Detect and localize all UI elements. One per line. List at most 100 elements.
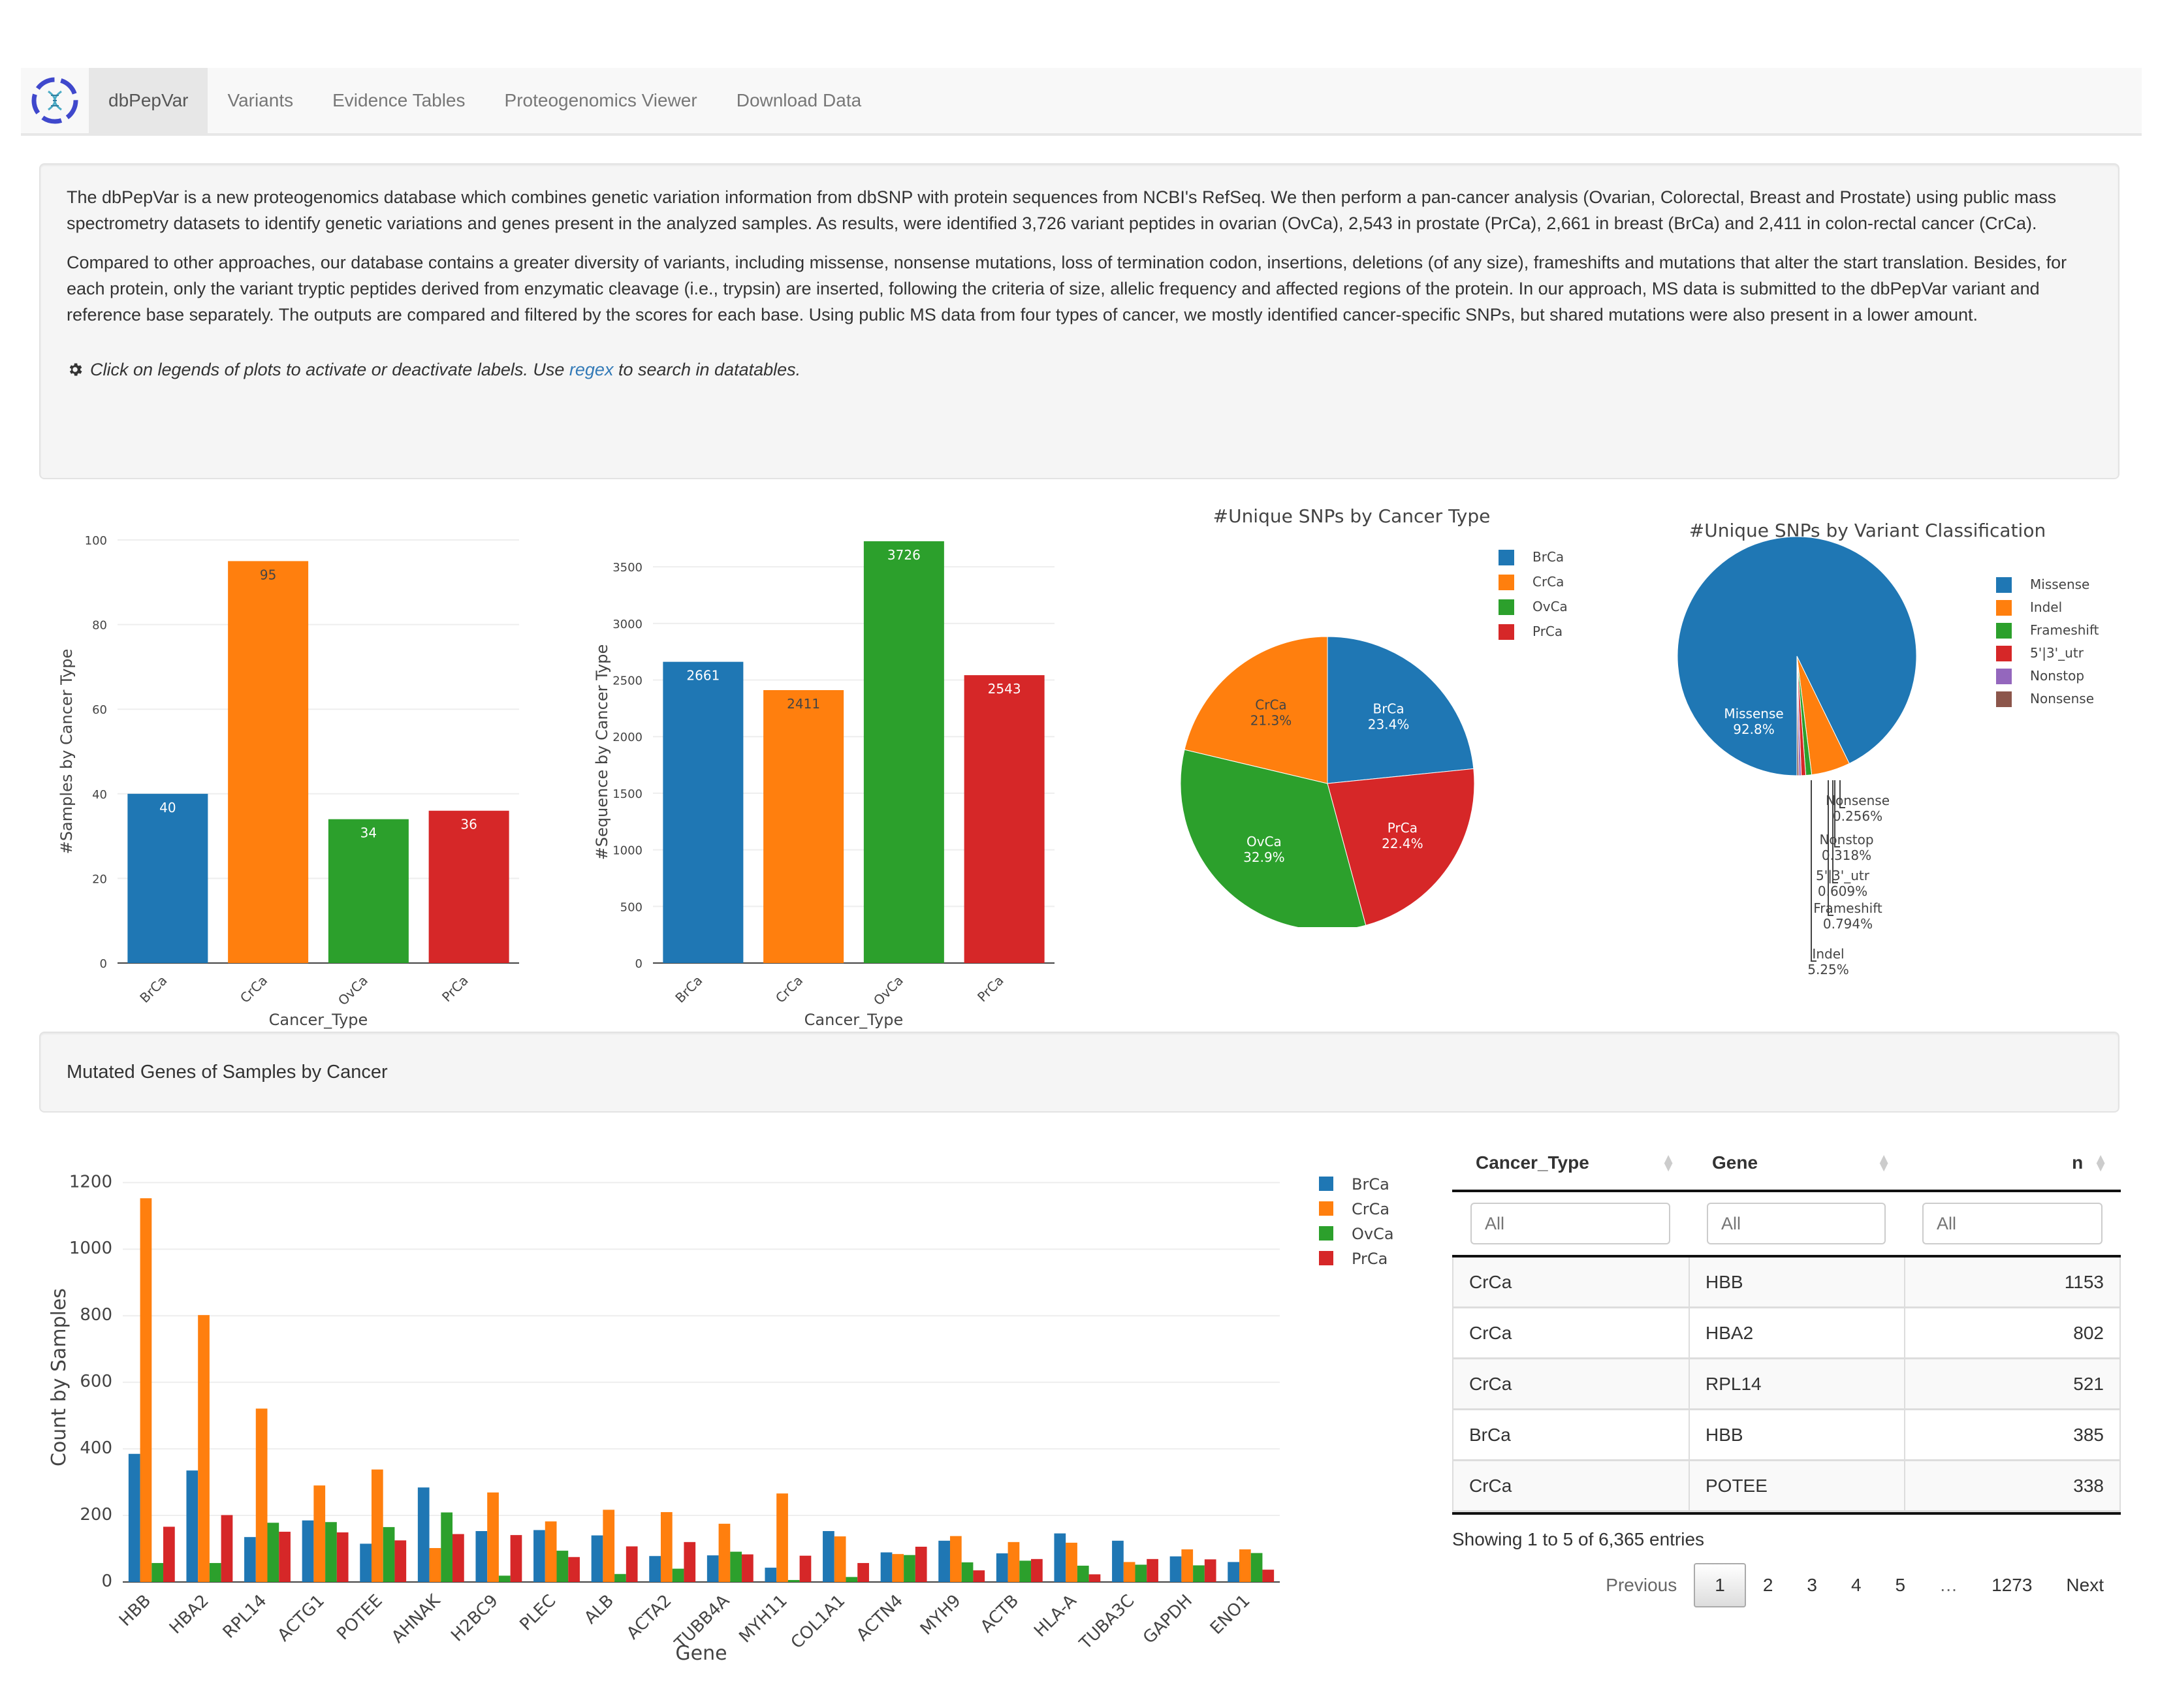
- bar-brca-alb[interactable]: [591, 1535, 603, 1582]
- nav-tab-evidence-tables[interactable]: Evidence Tables: [313, 68, 484, 133]
- bar-prca-actb[interactable]: [1031, 1558, 1043, 1582]
- bar-ovca-actg1[interactable]: [325, 1522, 337, 1582]
- legend-item-crca[interactable]: CrCa: [1319, 1200, 1389, 1218]
- bar-brca-actb[interactable]: [996, 1553, 1008, 1582]
- table-row[interactable]: BrCa HBB 385: [1452, 1410, 2121, 1461]
- bar-ovca-col1a1[interactable]: [846, 1577, 858, 1582]
- bar-ovca[interactable]: [328, 819, 409, 963]
- page-button-last[interactable]: 1273: [1975, 1564, 2049, 1606]
- bar-brca-eno1[interactable]: [1228, 1562, 1239, 1582]
- bar-brca-myh11[interactable]: [765, 1568, 777, 1582]
- bar-crca-myh9[interactable]: [949, 1536, 962, 1582]
- filter-cancer-type-input[interactable]: [1470, 1203, 1670, 1244]
- table-row[interactable]: CrCa RPL14 521: [1452, 1359, 2121, 1410]
- nav-tab-proteogenomics-viewer[interactable]: Proteogenomics Viewer: [485, 68, 717, 133]
- legend-item-missense[interactable]: Missense: [1996, 577, 2089, 593]
- bar-prca-tubb4a[interactable]: [742, 1554, 754, 1582]
- bar-crca-acta2[interactable]: [660, 1511, 673, 1582]
- table-row[interactable]: CrCa HBA2 802: [1452, 1308, 2121, 1359]
- bar-brca[interactable]: [663, 661, 744, 963]
- bar-prca-actn4[interactable]: [915, 1546, 927, 1582]
- bar-brca-h2bc9[interactable]: [475, 1531, 488, 1582]
- bar-prca-plec[interactable]: [568, 1557, 580, 1582]
- bar-ovca-ahnak[interactable]: [441, 1512, 453, 1582]
- regex-link[interactable]: regex: [569, 360, 614, 379]
- bar-prca-col1a1[interactable]: [857, 1562, 869, 1582]
- bar-crca-col1a1[interactable]: [834, 1536, 846, 1582]
- bar-ovca-hba2[interactable]: [209, 1562, 221, 1582]
- bar-ovca-myh11[interactable]: [787, 1579, 800, 1582]
- bar-prca-actg1[interactable]: [336, 1532, 349, 1582]
- bar-ovca-tuba3c[interactable]: [1135, 1564, 1147, 1582]
- legend-item-ovca[interactable]: OvCa: [1499, 599, 1568, 615]
- legend-item-crca[interactable]: CrCa: [1499, 574, 1564, 590]
- bar-ovca-potee[interactable]: [383, 1526, 395, 1582]
- bar-brca-tubb4a[interactable]: [706, 1555, 719, 1582]
- bar-ovca-h2bc9[interactable]: [498, 1575, 511, 1582]
- bar-prca-tuba3c[interactable]: [1147, 1558, 1158, 1582]
- bar-prca-potee[interactable]: [394, 1540, 407, 1582]
- bar-ovca-tubb4a[interactable]: [730, 1551, 742, 1582]
- bar-crca-hba2[interactable]: [198, 1315, 210, 1582]
- next-page-button[interactable]: Next: [2049, 1564, 2121, 1606]
- bar-ovca-gapdh[interactable]: [1193, 1565, 1205, 1582]
- bar-crca-hla-a[interactable]: [1066, 1542, 1077, 1582]
- bar-ovca[interactable]: [863, 541, 944, 963]
- bar-brca-rpl14[interactable]: [244, 1537, 256, 1582]
- legend-item-brca[interactable]: BrCa: [1499, 549, 1564, 565]
- bar-brca-actn4[interactable]: [880, 1552, 893, 1582]
- bar-crca-actg1[interactable]: [313, 1485, 326, 1582]
- bar-crca[interactable]: [763, 689, 844, 963]
- legend-item-frameshift[interactable]: Frameshift: [1996, 622, 2099, 639]
- bar-brca-myh9[interactable]: [938, 1540, 950, 1582]
- bar-crca-actn4[interactable]: [892, 1554, 904, 1582]
- bar-crca-gapdh[interactable]: [1181, 1549, 1194, 1582]
- bar-prca-myh11[interactable]: [799, 1555, 812, 1582]
- nav-tab-dbpepvar[interactable]: dbPepVar: [89, 68, 208, 133]
- bar-crca-rpl14[interactable]: [255, 1408, 268, 1582]
- bar-crca-eno1[interactable]: [1239, 1549, 1251, 1582]
- bar-crca-hbb[interactable]: [140, 1198, 152, 1582]
- bar-prca-eno1[interactable]: [1262, 1570, 1275, 1582]
- bar-brca-hla-a[interactable]: [1054, 1533, 1066, 1582]
- table-row[interactable]: CrCa POTEE 338: [1452, 1461, 2121, 1512]
- bar-ovca-acta2[interactable]: [672, 1568, 684, 1582]
- bar-crca-myh11[interactable]: [776, 1493, 788, 1582]
- page-button-5[interactable]: 5: [1879, 1564, 1923, 1606]
- bar-ovca-hla-a[interactable]: [1077, 1566, 1089, 1582]
- column-header-cancer-type[interactable]: Cancer_Type ▲ ▼: [1452, 1152, 1689, 1174]
- bar-crca-ahnak[interactable]: [429, 1548, 441, 1582]
- bar-prca-h2bc9[interactable]: [510, 1535, 522, 1582]
- bar-brca-col1a1[interactable]: [823, 1531, 834, 1582]
- page-button-1[interactable]: 1: [1694, 1563, 1746, 1607]
- bar-prca[interactable]: [428, 810, 509, 963]
- bar-crca-alb[interactable]: [603, 1510, 615, 1582]
- legend-item-indel[interactable]: Indel: [1996, 599, 2062, 616]
- column-header-n[interactable]: n ▲ ▼: [1904, 1152, 2121, 1174]
- bar-prca-gapdh[interactable]: [1204, 1559, 1216, 1582]
- bar-crca-h2bc9[interactable]: [487, 1492, 499, 1582]
- bar-prca-hbb[interactable]: [163, 1526, 175, 1582]
- bar-crca-tubb4a[interactable]: [718, 1523, 731, 1582]
- column-header-gene[interactable]: Gene ▲ ▼: [1689, 1152, 1904, 1174]
- logo[interactable]: [21, 68, 89, 133]
- bar-prca-alb[interactable]: [626, 1546, 638, 1582]
- bar-prca[interactable]: [964, 675, 1045, 963]
- filter-n-input[interactable]: [1922, 1203, 2102, 1244]
- bar-brca-acta2[interactable]: [649, 1556, 661, 1582]
- bar-brca-tuba3c[interactable]: [1112, 1540, 1124, 1582]
- bar-brca-hbb[interactable]: [128, 1453, 140, 1582]
- legend-item-nonsense[interactable]: Nonsense: [1996, 691, 2094, 707]
- bar-brca[interactable]: [127, 793, 208, 963]
- legend-item-ovca[interactable]: OvCa: [1319, 1225, 1394, 1243]
- bar-crca-plec[interactable]: [545, 1521, 557, 1582]
- bar-prca-myh9[interactable]: [973, 1570, 985, 1582]
- bar-brca-ahnak[interactable]: [417, 1487, 430, 1582]
- legend-item-nonstop[interactable]: Nonstop: [1996, 668, 2084, 684]
- legend-item-53utr[interactable]: 5'|3'_utr: [1996, 645, 2084, 661]
- table-row[interactable]: CrCa HBB 1153: [1452, 1257, 2121, 1308]
- bar-ovca-eno1[interactable]: [1250, 1553, 1263, 1582]
- bar-brca-gapdh[interactable]: [1169, 1556, 1182, 1582]
- bar-prca-hba2[interactable]: [221, 1515, 233, 1582]
- bar-ovca-hbb[interactable]: [151, 1562, 164, 1582]
